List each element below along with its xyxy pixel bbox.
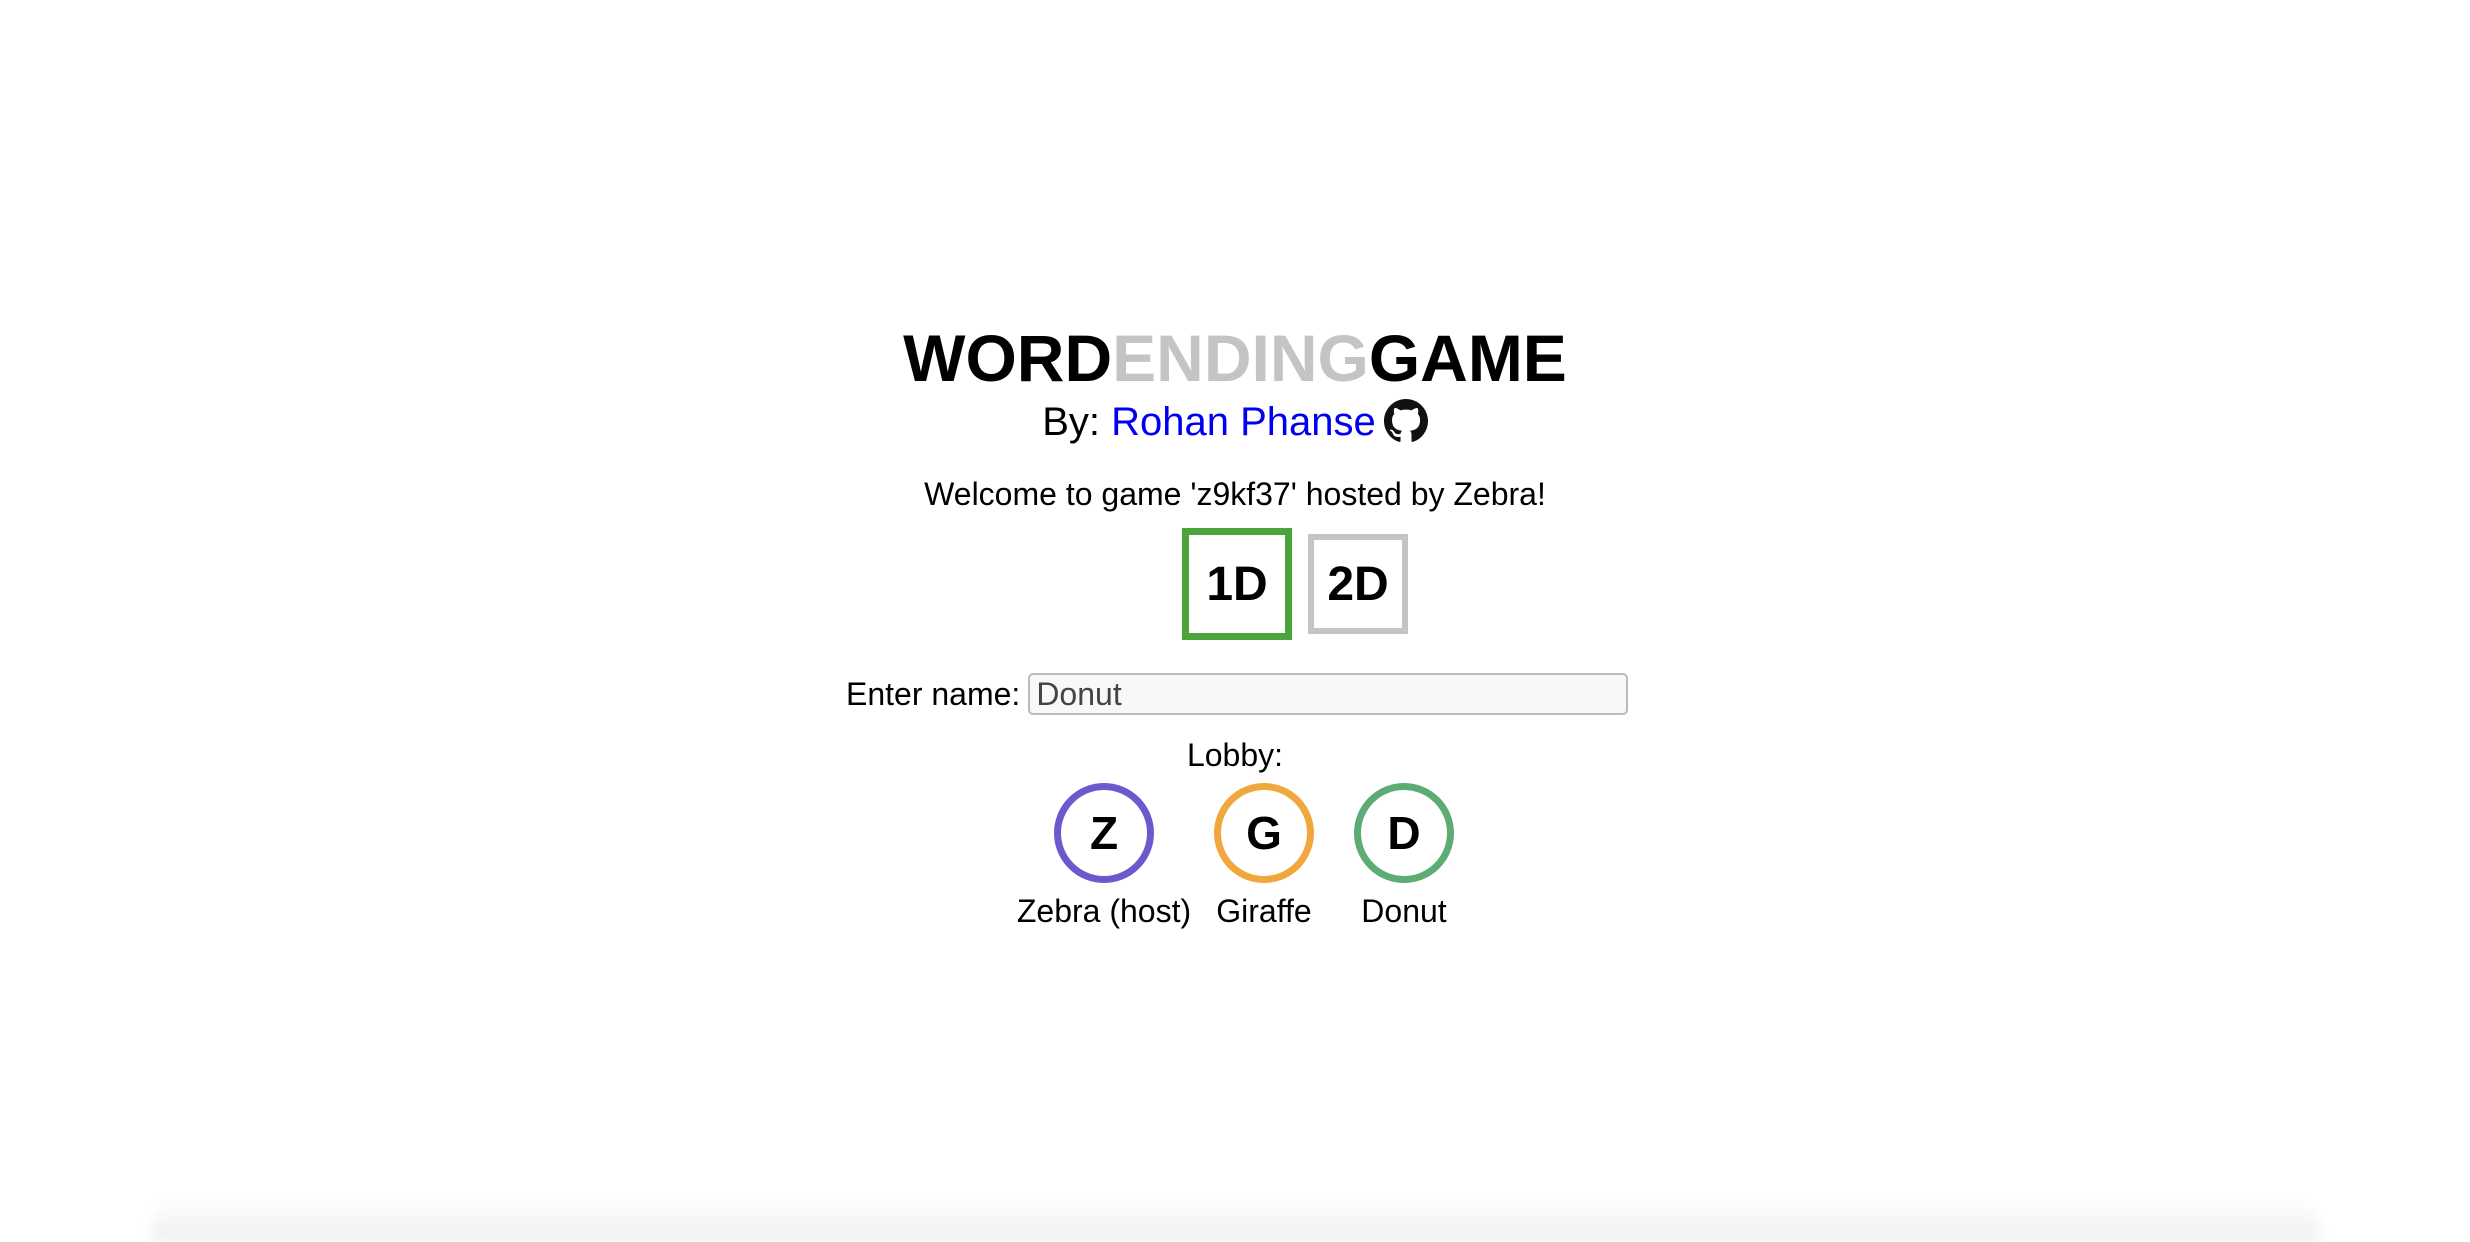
github-icon[interactable] xyxy=(1383,399,1428,443)
name-row: Enter name: xyxy=(846,673,1629,715)
player-name: Zebra (host) xyxy=(1016,893,1192,929)
welcome-message: Welcome to game 'z9kf37' hosted by Zebra… xyxy=(924,476,1546,512)
title-game: GAME xyxy=(1368,321,1567,395)
byline: By: Rohan Phanse xyxy=(0,396,2470,448)
page: WORDENDINGGAME By: Rohan Phanse Welcome … xyxy=(0,0,2470,1242)
byline-prefix: By: xyxy=(1042,400,1100,444)
player-name: Giraffe xyxy=(1216,893,1312,929)
author-link[interactable]: Rohan Phanse xyxy=(1111,400,1376,444)
avatar: D xyxy=(1354,783,1454,883)
game-title: WORDENDINGGAME xyxy=(0,318,2470,398)
avatar: G xyxy=(1214,783,1314,883)
title-ending: ENDING xyxy=(1112,321,1369,395)
player-card: G Giraffe xyxy=(1199,783,1329,931)
mode-2d-button[interactable]: 2D xyxy=(1308,534,1408,634)
player-card: Z Zebra (host) xyxy=(1009,783,1199,931)
mode-1d-button[interactable]: 1D xyxy=(1182,528,1292,640)
avatar: Z xyxy=(1054,783,1154,883)
name-label: Enter name: xyxy=(846,675,1021,712)
player-name: Donut xyxy=(1361,893,1447,929)
lobby-players: Z Zebra (host) G Giraffe D Donut xyxy=(1009,783,1479,931)
title-word: WORD xyxy=(903,321,1113,395)
name-input[interactable] xyxy=(1028,673,1629,715)
lobby-label: Lobby: xyxy=(1186,737,1284,773)
player-card: D Donut xyxy=(1329,783,1479,931)
bottom-shadow xyxy=(150,1194,2320,1242)
mode-selector: 1D 2D xyxy=(0,528,2470,640)
